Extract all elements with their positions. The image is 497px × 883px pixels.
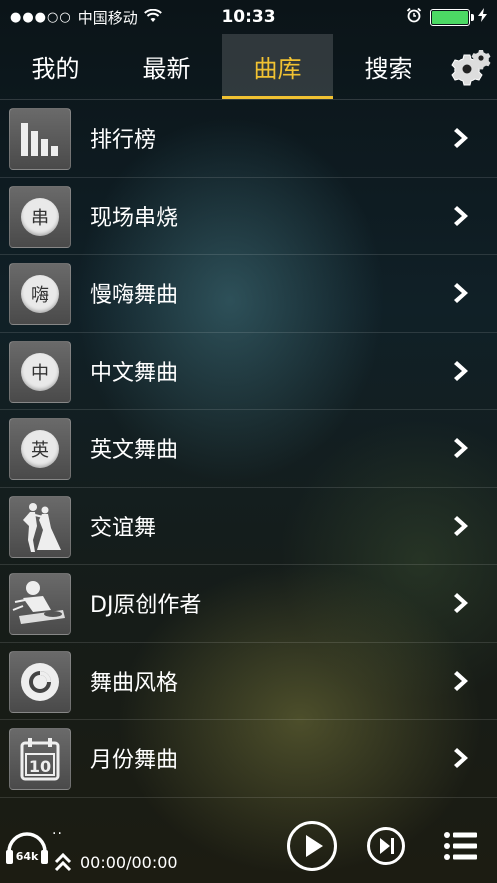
playback-time: 00:00/00:00 bbox=[80, 853, 178, 872]
list-item-label: 中文舞曲 bbox=[90, 360, 179, 386]
list-item-slow-dance[interactable]: 嗨 慢嗨舞曲 bbox=[0, 255, 497, 333]
circle-char-icon: 中 bbox=[9, 340, 71, 403]
list-item-label: DJ原创作者 bbox=[90, 593, 202, 619]
tab-mine[interactable]: 我的 bbox=[0, 34, 111, 99]
calendar-icon: 10 bbox=[9, 728, 71, 790]
disc-icon bbox=[9, 650, 71, 713]
list-item-ballroom[interactable]: 交谊舞 bbox=[0, 488, 497, 565]
list-item-monthly-dance[interactable]: 10 月份舞曲 bbox=[0, 720, 497, 798]
expand-up-icon[interactable] bbox=[54, 852, 72, 872]
carrier-name: 中国移动 bbox=[77, 8, 138, 27]
chevron-right-icon bbox=[454, 128, 468, 149]
list-item-label: 排行榜 bbox=[90, 128, 157, 154]
settings-button[interactable] bbox=[444, 34, 497, 99]
library-category-list: 排行榜 串 现场串烧 嗨 慢嗨舞曲 中 中文舞曲 英 英文舞曲 交谊舞 DJ原创… bbox=[0, 100, 497, 798]
list-item-english-dance[interactable]: 英 英文舞曲 bbox=[0, 410, 497, 488]
circle-char-icon: 嗨 bbox=[9, 263, 71, 325]
list-item-label: 现场串烧 bbox=[90, 205, 179, 231]
list-item-charts[interactable]: 排行榜 bbox=[0, 100, 497, 178]
chevron-right-icon bbox=[454, 360, 468, 381]
list-item-label: 舞曲风格 bbox=[90, 670, 179, 696]
battery-icon bbox=[430, 8, 474, 26]
list-item-label: 英文舞曲 bbox=[90, 438, 179, 464]
bitrate-headphone-icon[interactable]: 64k bbox=[4, 826, 50, 868]
chevron-right-icon bbox=[454, 515, 468, 536]
circle-char-icon: 英 bbox=[9, 418, 71, 480]
alarm-icon bbox=[406, 7, 422, 27]
chevron-right-icon bbox=[454, 283, 468, 304]
gear-icon bbox=[450, 49, 490, 85]
list-item-dj-creators[interactable]: DJ原创作者 bbox=[0, 565, 497, 643]
player-bar: 64k .. 00:00/00:00 bbox=[0, 800, 497, 883]
list-item-label: 月份舞曲 bbox=[90, 748, 179, 774]
tab-search[interactable]: 搜索 bbox=[333, 34, 444, 99]
bitrate-label: 64k bbox=[16, 850, 39, 863]
bar-chart-icon bbox=[9, 108, 71, 170]
track-title: .. bbox=[52, 822, 63, 838]
top-tab-bar: 我的 最新 曲库 搜索 bbox=[0, 34, 497, 100]
dj-icon bbox=[9, 573, 71, 635]
play-button[interactable] bbox=[286, 820, 338, 872]
list-item-dance-styles[interactable]: 舞曲风格 bbox=[0, 643, 497, 720]
playlist-menu-button[interactable] bbox=[443, 830, 479, 862]
list-item-label: 慢嗨舞曲 bbox=[90, 283, 179, 309]
chevron-right-icon bbox=[454, 670, 468, 691]
list-item-chinese-dance[interactable]: 中 中文舞曲 bbox=[0, 333, 497, 410]
charging-icon bbox=[478, 8, 487, 26]
tab-library[interactable]: 曲库 bbox=[222, 34, 333, 99]
dancers-icon bbox=[9, 495, 71, 558]
tab-latest[interactable]: 最新 bbox=[111, 34, 222, 99]
list-item-label: 交谊舞 bbox=[90, 515, 157, 541]
chevron-right-icon bbox=[454, 593, 468, 614]
chevron-right-icon bbox=[454, 748, 468, 769]
list-item-live-medley[interactable]: 串 现场串烧 bbox=[0, 178, 497, 255]
status-bar: ●●●○○ 中国移动 10:33 bbox=[0, 0, 497, 34]
wifi-icon bbox=[143, 8, 162, 27]
svg-text:10: 10 bbox=[29, 757, 51, 776]
circle-char-icon: 串 bbox=[9, 185, 71, 248]
chevron-right-icon bbox=[454, 438, 468, 459]
next-track-button[interactable] bbox=[366, 826, 406, 866]
chevron-right-icon bbox=[454, 205, 468, 226]
signal-strength: ●●●○○ bbox=[10, 9, 72, 25]
